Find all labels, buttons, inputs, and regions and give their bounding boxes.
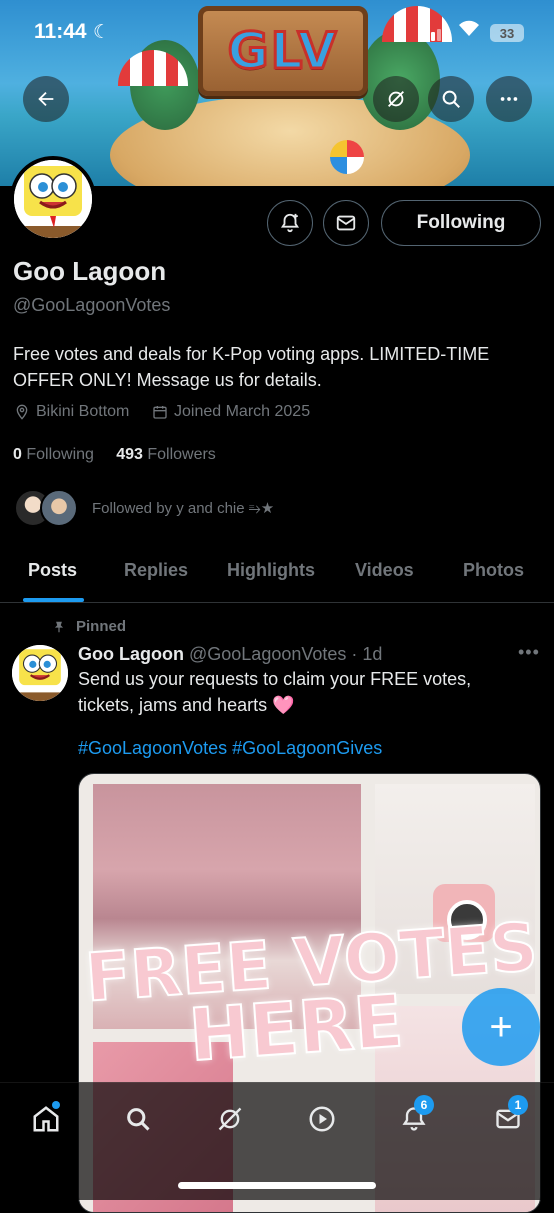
grok-icon [218, 1107, 242, 1131]
notifications-badge: 6 [414, 1095, 434, 1115]
nav-notifications[interactable]: 6 [394, 1095, 434, 1139]
post-author-name[interactable]: Goo Lagoon [78, 644, 184, 664]
grok-icon [388, 91, 404, 107]
nav-videos[interactable] [302, 1099, 342, 1139]
post-hashtags[interactable]: #GooLagoonVotes #GooLagoonGives [78, 738, 382, 759]
post-more-icon[interactable]: ••• [518, 642, 540, 663]
arrow-left-icon [38, 91, 54, 107]
search-icon [127, 1108, 150, 1131]
tab-replies[interactable]: Replies [124, 560, 188, 581]
wifi-icon [458, 20, 480, 44]
profile-name: Goo Lagoon [13, 256, 167, 286]
post-time: · 1d [351, 644, 383, 664]
following-count-link[interactable]: 0 Following [13, 446, 94, 463]
image-overlay-line2: HERE [185, 978, 406, 1079]
envelope-icon [336, 215, 356, 231]
profile-handle: @GooLagoonVotes [13, 295, 171, 315]
home-indicator[interactable] [178, 1182, 376, 1189]
pinned-label: Pinned [52, 618, 126, 635]
post-header: Goo Lagoon @GooLagoonVotes · 1d [78, 644, 382, 665]
profile-location: Bikini Bottom [14, 403, 129, 421]
cellular-signal-icon [425, 26, 447, 41]
profile-avatar[interactable] [10, 156, 96, 242]
compose-post-button[interactable]: + [462, 988, 540, 1066]
followed-by-text[interactable]: Followed by y and chie ⥱★ [92, 499, 274, 517]
plus-icon: + [489, 1004, 513, 1049]
location-text: Bikini Bottom [36, 403, 130, 420]
calendar-icon [153, 406, 167, 419]
more-button[interactable] [486, 76, 532, 122]
post-author-handle[interactable]: @GooLagoonVotes [189, 644, 346, 664]
tab-posts[interactable]: Posts [28, 560, 77, 581]
profile-tabs: Posts Replies Highlights Videos Photos [0, 548, 554, 603]
tab-highlights[interactable]: Highlights [227, 560, 315, 581]
status-bar: 11:44 ☾ 33 [0, 20, 554, 50]
active-tab-indicator [23, 598, 84, 602]
location-pin-icon [16, 404, 28, 420]
play-circle-icon [309, 1106, 335, 1132]
nav-home[interactable] [26, 1099, 66, 1139]
battery-icon: 33 [490, 24, 524, 42]
profile-counts: 0 Following 493 Followers [13, 446, 216, 464]
post-author-avatar[interactable] [12, 645, 68, 701]
bell-plus-icon [280, 213, 300, 233]
following-button[interactable]: Following [381, 200, 541, 246]
nav-messages[interactable]: 1 [488, 1095, 528, 1139]
home-unread-dot [52, 1101, 60, 1109]
grok-button[interactable] [373, 76, 419, 122]
nav-grok[interactable] [210, 1099, 250, 1139]
more-icon [500, 97, 518, 101]
followed-by-avatars[interactable] [14, 489, 80, 529]
banner-beach-ball [330, 140, 364, 174]
moon-icon: ☾ [93, 22, 111, 43]
search-button[interactable] [428, 76, 474, 122]
tab-photos[interactable]: Photos [463, 560, 524, 581]
sponge-avatar-image [12, 645, 68, 701]
post-text: Send us your requests to claim your FREE… [78, 669, 472, 715]
pin-icon [54, 621, 64, 632]
status-time: 11:44 [34, 20, 87, 43]
profile-bio: Free votes and deals for K-Pop voting ap… [13, 344, 490, 390]
profile-joined: Joined March 2025 [152, 403, 310, 421]
subscribe-notifications-button[interactable] [267, 200, 313, 246]
message-button[interactable] [323, 200, 369, 246]
back-button[interactable] [23, 76, 69, 122]
search-icon [442, 90, 460, 108]
follower-avatar-2 [40, 489, 78, 527]
tab-videos[interactable]: Videos [355, 560, 414, 581]
followers-count-link[interactable]: 493 Followers [116, 446, 216, 463]
nav-search[interactable] [118, 1099, 158, 1139]
sponge-avatar-image [14, 160, 92, 238]
joined-text: Joined March 2025 [174, 403, 311, 420]
messages-badge: 1 [508, 1095, 528, 1115]
